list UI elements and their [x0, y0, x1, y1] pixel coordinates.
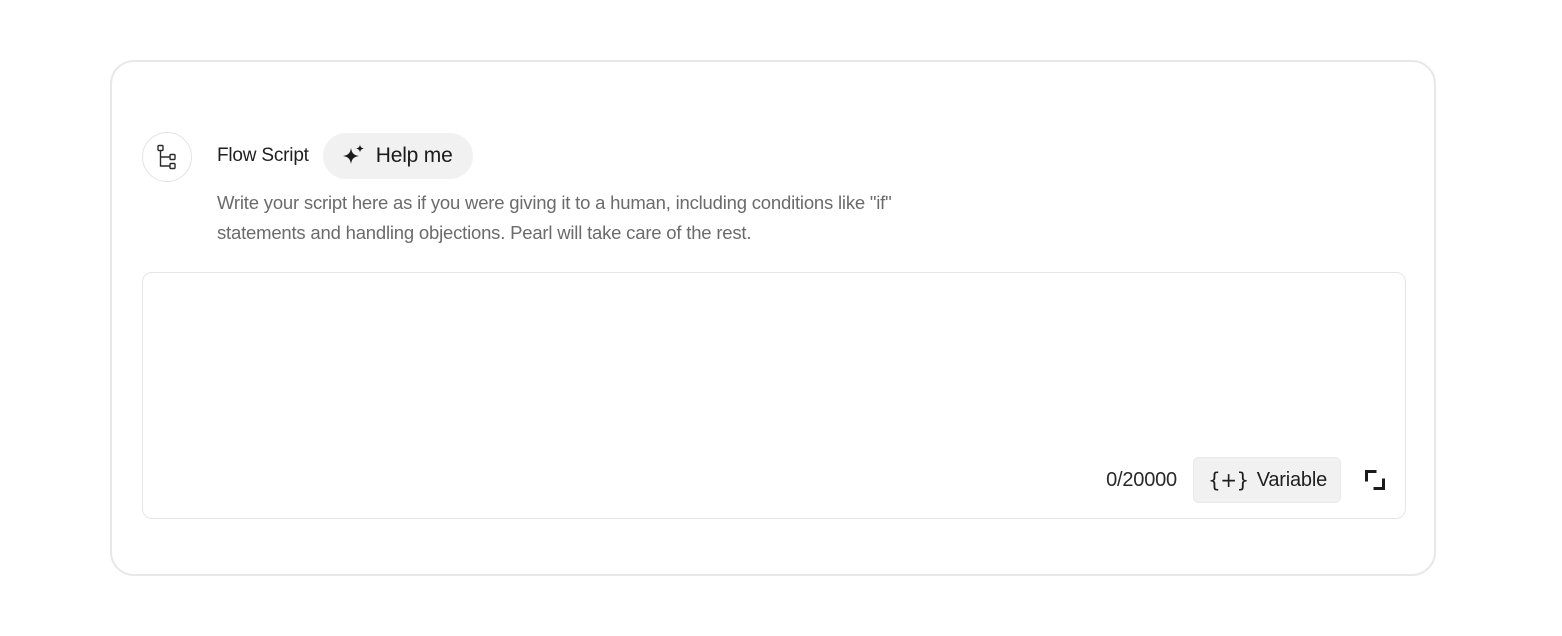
variable-label: Variable	[1256, 468, 1327, 491]
flow-script-header: Flow Script Help me	[217, 132, 473, 180]
script-textarea[interactable]	[143, 273, 1405, 448]
flow-tree-icon	[142, 132, 192, 182]
sparkle-icon	[341, 143, 367, 169]
insert-variable-button[interactable]: {+} Variable	[1192, 457, 1341, 503]
section-title: Flow Script	[217, 145, 309, 166]
character-counter: 0/20000	[1106, 468, 1177, 491]
help-me-label: Help me	[375, 144, 453, 167]
expand-icon[interactable]	[1361, 466, 1389, 494]
variable-glyph: {+}	[1207, 468, 1249, 492]
flow-script-description: Write your script here as if you were gi…	[217, 192, 892, 243]
editor-footer: 0/20000 {+} Variable	[1106, 457, 1389, 503]
flow-script-card: Flow Script Help me Write your script he…	[110, 60, 1436, 576]
script-editor: 0/20000 {+} Variable	[142, 272, 1406, 519]
help-me-button[interactable]: Help me	[322, 133, 473, 179]
